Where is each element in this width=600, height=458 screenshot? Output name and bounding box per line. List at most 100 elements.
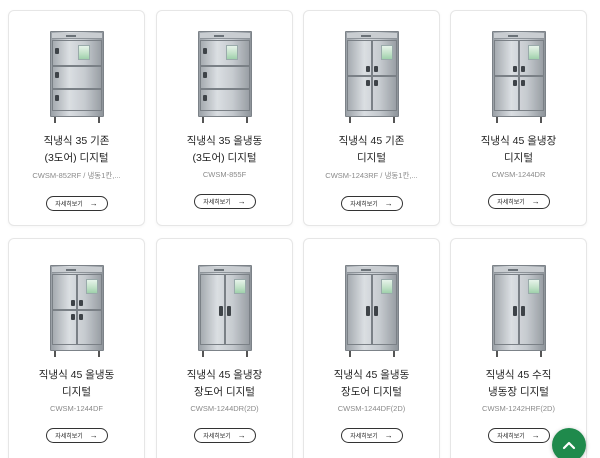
fridge-door xyxy=(199,40,250,66)
detail-button-label: 자세히보기 xyxy=(350,434,378,440)
refrigerator-image xyxy=(341,31,403,123)
product-card[interactable]: 직냉식 45 올냉동 장도어 디지털 CWSM-1244DF(2D) 자세히보기… xyxy=(303,238,440,458)
control-panel xyxy=(493,267,544,273)
door-handle xyxy=(373,65,378,72)
product-code: CWSM-1244DF xyxy=(50,404,103,413)
product-code: CWSM-1244DR(2D) xyxy=(190,404,259,413)
energy-label xyxy=(380,45,393,60)
door-handle xyxy=(512,79,517,86)
refrigerator-image xyxy=(46,31,108,123)
fridge-legs xyxy=(495,117,542,123)
scroll-to-top-button[interactable] xyxy=(552,428,586,458)
product-image[interactable] xyxy=(9,11,144,123)
product-card[interactable]: 직냉식 45 올냉장 장도어 디지털 CWSM-1244DR(2D) 자세히보기… xyxy=(156,238,293,458)
detail-button-label: 자세히보기 xyxy=(55,202,83,208)
arrow-right-icon: → xyxy=(531,196,540,206)
product-name[interactable]: 직냉식 45 올냉장 디지털 xyxy=(460,133,578,167)
control-panel xyxy=(493,33,544,39)
refrigerator-image xyxy=(194,265,256,357)
door-handle xyxy=(365,79,370,86)
fridge-legs xyxy=(201,117,248,123)
detail-button[interactable]: 자세히보기 → xyxy=(487,428,550,443)
control-panel xyxy=(51,267,102,273)
control-panel xyxy=(51,33,102,39)
door-handle xyxy=(70,313,75,320)
product-image[interactable] xyxy=(157,11,292,123)
detail-button[interactable]: 자세히보기 → xyxy=(45,428,108,443)
refrigerator-image xyxy=(194,31,256,123)
energy-label xyxy=(527,45,540,60)
product-card[interactable]: 직냉식 45 올냉동 디지털 CWSM-1244DF 자세히보기 → xyxy=(8,238,145,458)
product-image[interactable] xyxy=(157,239,292,357)
product-card[interactable]: 직냉식 45 올냉장 디지털 CWSM-1244DR 자세히보기 → xyxy=(450,10,587,226)
control-panel xyxy=(346,267,397,273)
door-handle xyxy=(218,305,223,316)
door-handle xyxy=(520,79,525,86)
detail-button[interactable]: 자세히보기 → xyxy=(340,196,403,211)
product-image[interactable] xyxy=(451,239,586,357)
door-handle xyxy=(78,313,83,320)
arrow-right-icon: → xyxy=(384,430,393,440)
door-handle xyxy=(70,299,75,306)
arrow-right-icon: → xyxy=(384,198,393,208)
fridge-door xyxy=(51,40,102,66)
detail-button[interactable]: 자세히보기 → xyxy=(193,194,256,209)
product-image[interactable] xyxy=(304,239,439,357)
product-code: CWSM-1244DF(2D) xyxy=(337,404,406,413)
detail-button[interactable]: 자세히보기 → xyxy=(340,428,403,443)
fridge-legs xyxy=(53,351,100,357)
arrow-right-icon: → xyxy=(237,196,246,206)
detail-button[interactable]: 자세히보기 → xyxy=(487,194,550,209)
door-handle xyxy=(365,305,370,316)
product-image[interactable] xyxy=(304,11,439,123)
chevron-up-icon xyxy=(562,441,576,450)
energy-label xyxy=(225,45,238,60)
product-image[interactable] xyxy=(9,239,144,357)
door-handle xyxy=(373,79,378,86)
product-name[interactable]: 직냉식 35 올냉동 (3도어) 디지털 xyxy=(166,133,284,167)
door-handle xyxy=(202,72,207,78)
product-card[interactable]: 직냉식 35 기존 (3도어) 디지털 CWSM-852RF / 냉동1칸,..… xyxy=(8,10,145,226)
fridge-legs xyxy=(348,117,395,123)
detail-button-label: 자세히보기 xyxy=(350,202,378,208)
door-handle xyxy=(520,65,525,72)
refrigerator-image xyxy=(488,265,550,357)
energy-label xyxy=(380,279,393,294)
fridge-legs xyxy=(495,351,542,357)
arrow-right-icon: → xyxy=(89,198,98,208)
detail-button-label: 자세히보기 xyxy=(55,434,83,440)
arrow-right-icon: → xyxy=(89,430,98,440)
product-name[interactable]: 직냉식 45 수직 냉동장 디지털 xyxy=(460,367,578,401)
control-panel xyxy=(346,33,397,39)
door-handle xyxy=(202,94,207,101)
product-name[interactable]: 직냉식 35 기존 (3도어) 디지털 xyxy=(18,133,136,167)
product-name[interactable]: 직냉식 45 기존 디지털 xyxy=(313,133,431,167)
control-panel xyxy=(199,33,250,39)
fridge-legs xyxy=(348,351,395,357)
detail-button[interactable]: 자세히보기 → xyxy=(193,428,256,443)
product-name[interactable]: 직냉식 45 올냉동 장도어 디지털 xyxy=(313,367,431,401)
product-code: CWSM-852RF / 냉동1칸,... xyxy=(32,171,121,180)
door-handle xyxy=(54,94,59,101)
door-handle xyxy=(520,305,525,316)
arrow-right-icon: → xyxy=(237,430,246,440)
product-card[interactable]: 직냉식 45 수직 냉동장 디지털 CWSM-1242HRF(2D) 자세히보기… xyxy=(450,238,587,458)
door-handle xyxy=(54,72,59,78)
product-card[interactable]: 직냉식 45 기존 디지털 CWSM-1243RF / 냉동1칸,... 자세히… xyxy=(303,10,440,226)
product-name[interactable]: 직냉식 45 올냉동 디지털 xyxy=(18,367,136,401)
product-image[interactable] xyxy=(451,11,586,123)
fridge-door xyxy=(51,66,102,89)
energy-label xyxy=(527,279,540,294)
arrow-right-icon: → xyxy=(531,430,540,440)
refrigerator-image xyxy=(341,265,403,357)
product-card[interactable]: 직냉식 35 올냉동 (3도어) 디지털 CWSM-855F 자세히보기 → xyxy=(156,10,293,226)
product-name[interactable]: 직냉식 45 올냉장 장도어 디지털 xyxy=(166,367,284,401)
detail-button[interactable]: 자세히보기 → xyxy=(45,196,108,211)
product-code: CWSM-855F xyxy=(202,170,247,179)
door-handle xyxy=(226,305,231,316)
energy-label xyxy=(77,45,90,60)
product-grid: 직냉식 35 기존 (3도어) 디지털 CWSM-852RF / 냉동1칸,..… xyxy=(8,10,592,458)
detail-button-label: 자세히보기 xyxy=(497,200,525,206)
product-code: CWSM-1242HRF(2D) xyxy=(482,404,555,413)
door-handle xyxy=(202,48,207,54)
